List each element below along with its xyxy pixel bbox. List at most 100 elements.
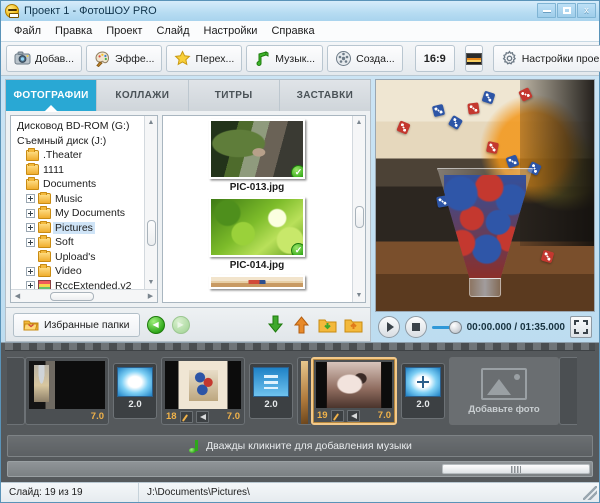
transition-duration[interactable]: 2.0: [128, 399, 141, 410]
scroll-up-icon[interactable]: ▲: [353, 116, 366, 129]
list-item[interactable]: ✓ PIC-014.jpg: [209, 197, 305, 271]
scroll-track[interactable]: [353, 129, 366, 289]
file-list-scrollbar[interactable]: ▲ ▼: [352, 116, 365, 302]
scroll-down-icon[interactable]: ▼: [145, 276, 158, 289]
tree-node-soft[interactable]: Soft: [14, 235, 157, 250]
resize-grip-icon[interactable]: [583, 486, 597, 500]
scroll-track[interactable]: [145, 129, 158, 276]
preview-stage[interactable]: [375, 79, 595, 312]
tree-horizontal-scrollbar[interactable]: ◀ ▶: [11, 289, 157, 302]
tree-node-theater[interactable]: .Theater: [14, 148, 157, 163]
music-track[interactable]: Дважды кликните для добавления музыки: [7, 435, 593, 457]
transition-item[interactable]: 2.0: [401, 363, 445, 419]
tree-node-pictures[interactable]: Pictures: [14, 221, 157, 236]
expander-icon[interactable]: [26, 194, 35, 203]
slide-partial[interactable]: [559, 357, 577, 425]
tree-node-removable[interactable]: Съемный диск (J:): [14, 134, 157, 149]
slide-strip[interactable]: 7.0 2.0 18 7.0 2.0: [5, 351, 595, 431]
minimize-button[interactable]: [537, 3, 556, 18]
menu-item-file[interactable]: Файл: [7, 23, 48, 39]
file-thumbnail[interactable]: ✓: [209, 119, 305, 179]
menu-item-slide[interactable]: Слайд: [149, 23, 196, 39]
scroll-up-icon[interactable]: ▲: [145, 116, 158, 129]
table-row[interactable]: 19 7.0: [311, 357, 397, 425]
edit-pencil-icon[interactable]: [180, 411, 193, 423]
scroll-thumb[interactable]: [355, 206, 364, 228]
expander-icon[interactable]: [26, 238, 35, 247]
favorite-folders-button[interactable]: Избранные папки: [13, 313, 140, 337]
scroll-right-icon[interactable]: ▶: [144, 290, 157, 303]
tree-node-uploads[interactable]: Upload's: [14, 250, 157, 265]
tab-photos[interactable]: ФОТОГРАФИИ: [6, 80, 97, 111]
transitions-button[interactable]: Перех...: [166, 45, 242, 72]
tree-node-video[interactable]: Video: [14, 264, 157, 279]
aspect-ratio-button[interactable]: 16:9: [415, 45, 455, 72]
transition-duration[interactable]: 2.0: [416, 399, 429, 410]
table-row[interactable]: 7.0: [25, 357, 109, 425]
menu-item-edit[interactable]: Правка: [48, 23, 99, 39]
music-button[interactable]: Музык...: [246, 45, 323, 72]
add-photos-button[interactable]: Добав...: [6, 45, 82, 72]
scroll-thumb[interactable]: [50, 292, 94, 301]
tree-vertical-scrollbar[interactable]: ▲ ▼: [144, 116, 157, 289]
scroll-left-icon[interactable]: ◀: [11, 290, 24, 303]
forward-button[interactable]: ▶: [172, 316, 190, 334]
slide-duration[interactable]: 7.0: [378, 410, 391, 421]
transition-item[interactable]: 2.0: [249, 363, 293, 419]
project-settings-button[interactable]: Настройки проекта: [493, 45, 600, 72]
sound-speaker-icon[interactable]: [347, 410, 360, 422]
tree-node-1111[interactable]: 1111: [14, 163, 157, 178]
remove-up-arrow-icon[interactable]: [292, 315, 311, 334]
slide-duration[interactable]: 7.0: [227, 411, 240, 422]
seek-slider[interactable]: [432, 320, 462, 334]
image-placeholder-icon: [481, 368, 527, 400]
expander-icon[interactable]: [26, 223, 35, 232]
menu-item-project[interactable]: Проект: [99, 23, 149, 39]
add-photo-placeholder[interactable]: Добавьте фото: [449, 357, 559, 425]
close-button[interactable]: x: [577, 3, 596, 18]
add-all-folder-icon[interactable]: [318, 315, 337, 334]
edit-pencil-icon[interactable]: [331, 410, 344, 422]
tree-node-documents[interactable]: Documents: [14, 177, 157, 192]
tab-intros[interactable]: ЗАСТАВКИ: [280, 80, 370, 111]
tab-collages[interactable]: КОЛЛАЖИ: [97, 80, 188, 111]
transition-duration[interactable]: 2.0: [264, 399, 277, 410]
timeline-scrollbar[interactable]: [7, 461, 593, 477]
scroll-down-icon[interactable]: ▼: [353, 289, 366, 302]
tree-node-music[interactable]: Music: [14, 192, 157, 207]
play-button[interactable]: [378, 316, 400, 338]
scroll-track[interactable]: [24, 290, 144, 303]
menu-item-help[interactable]: Справка: [264, 23, 321, 39]
list-item[interactable]: [209, 275, 305, 289]
scroll-thumb[interactable]: [442, 464, 590, 474]
stop-button[interactable]: [405, 316, 427, 338]
remove-all-folder-icon[interactable]: [344, 315, 363, 334]
menu-item-settings[interactable]: Настройки: [197, 23, 265, 39]
add-down-arrow-icon[interactable]: [266, 315, 285, 334]
file-list[interactable]: ✓ PIC-013.jpg ✓ PIC-014.jpg: [163, 116, 351, 302]
table-row[interactable]: 18 7.0: [161, 357, 245, 425]
slide-partial[interactable]: [7, 357, 25, 425]
fullscreen-button[interactable]: [570, 316, 592, 338]
tree-node-label: Pictures: [53, 222, 95, 235]
slide-duration[interactable]: 7.0: [91, 411, 104, 422]
slide-partial[interactable]: [297, 357, 311, 425]
tree-node-bdrom[interactable]: Дисковод BD-ROM (G:): [14, 119, 157, 134]
file-thumbnail[interactable]: [209, 275, 305, 289]
expander-icon[interactable]: [26, 209, 35, 218]
maximize-button[interactable]: [557, 3, 576, 18]
expander-icon[interactable]: [26, 267, 35, 276]
transition-item[interactable]: 2.0: [113, 363, 157, 419]
tree-node-my-documents[interactable]: My Documents: [14, 206, 157, 221]
sound-speaker-icon[interactable]: [196, 411, 209, 423]
list-item[interactable]: ✓ PIC-013.jpg: [209, 119, 305, 193]
seek-handle[interactable]: [449, 321, 462, 334]
folder-tree[interactable]: Дисковод BD-ROM (G:) Съемный диск (J:) .…: [11, 116, 157, 302]
back-button[interactable]: ◀: [147, 316, 165, 334]
create-video-button[interactable]: Созда...: [327, 45, 403, 72]
scroll-thumb[interactable]: [147, 220, 156, 246]
slide-thumbnail-button[interactable]: [465, 45, 483, 72]
file-thumbnail[interactable]: ✓: [209, 197, 305, 257]
effects-button[interactable]: Эффе...: [86, 45, 162, 72]
tab-titles[interactable]: ТИТРЫ: [189, 80, 280, 111]
